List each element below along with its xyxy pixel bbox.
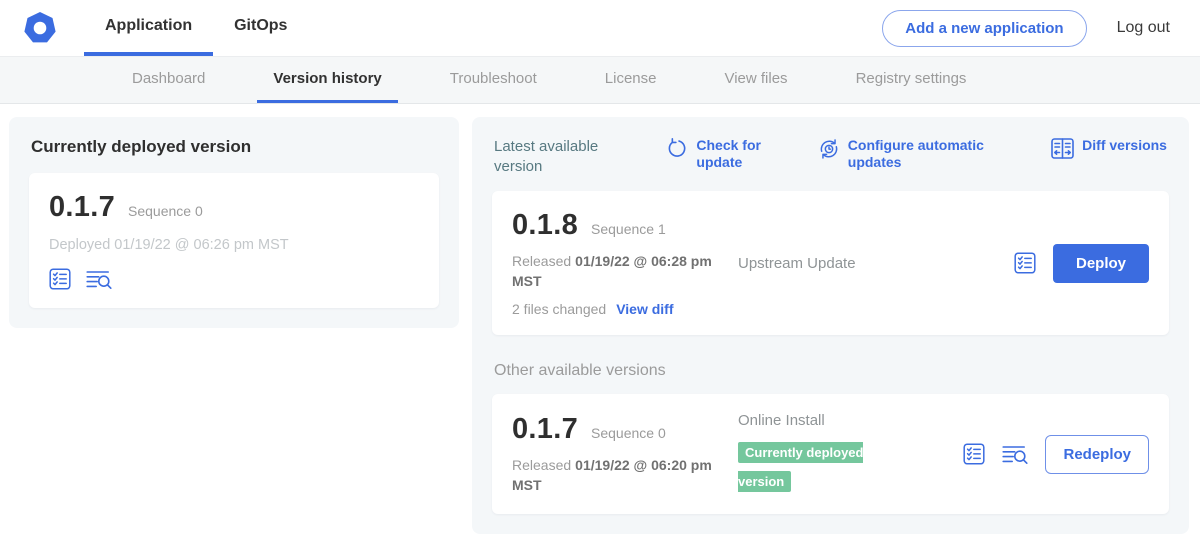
currently-deployed-title: Currently deployed version [31,137,439,157]
other-version-number: 0.1.7 [512,413,578,446]
deployed-version-number: 0.1.7 [49,191,115,224]
subnav-registry-settings[interactable]: Registry settings [840,57,983,103]
subnav-troubleshoot[interactable]: Troubleshoot [434,57,553,103]
diff-versions-label: Diff versions [1082,137,1167,154]
install-type-label: Online Install [738,412,963,429]
deployed-timestamp: Deployed 01/19/22 @ 06:26 pm MST [49,237,419,253]
deployed-sequence-label: Sequence 0 [128,203,203,219]
app-logo-icon [22,10,58,46]
diff-versions-icon [1051,137,1074,159]
subnav-version-history[interactable]: Version history [257,57,397,103]
available-versions-panel: Latest available version Check for updat… [472,117,1189,534]
top-nav-right: Add a new application Log out [882,0,1200,56]
other-version-source: Online Install Currently deployed versio… [734,412,963,496]
check-for-update-button[interactable]: Check for update [667,137,766,171]
subnav-license[interactable]: License [589,57,673,103]
diff-versions-button[interactable]: Diff versions [1051,137,1167,159]
other-released-timestamp: Released01/19/22 @ 06:20 pm MST [512,456,722,495]
auto-update-icon [818,137,840,160]
top-nav: Application GitOps Add a new application… [0,0,1200,57]
deploy-button[interactable]: Deploy [1053,244,1149,283]
preflight-checks-icon[interactable] [963,443,985,465]
currently-deployed-badge: Currently deployed version [738,442,863,492]
top-nav-tabs: Application GitOps [84,0,308,56]
other-available-versions-title: Other available versions [494,362,1167,380]
app-sub-nav: Dashboard Version history Troubleshoot L… [0,57,1200,104]
logout-link[interactable]: Log out [1117,19,1170,37]
redeploy-button[interactable]: Redeploy [1045,435,1149,474]
app-logo[interactable] [0,0,84,56]
other-version-card: 0.1.7 Sequence 0 Released01/19/22 @ 06:2… [492,394,1169,514]
latest-version-number: 0.1.8 [512,209,578,242]
latest-sequence-label: Sequence 1 [591,221,666,237]
preflight-checks-icon[interactable] [1014,252,1036,274]
other-sequence-label: Sequence 0 [591,425,666,441]
add-new-application-button[interactable]: Add a new application [882,10,1086,47]
files-changed-label: 2 files changed [512,301,606,317]
configure-automatic-updates-label: Configure automatic updates [848,137,1000,171]
preflight-checks-icon[interactable] [49,268,71,290]
latest-version-card: 0.1.8 Sequence 1 Released01/19/22 @ 06:2… [492,191,1169,335]
tab-gitops[interactable]: GitOps [213,0,308,56]
subnav-dashboard[interactable]: Dashboard [116,57,221,103]
view-diff-link[interactable]: View diff [616,301,673,317]
latest-version-source: Upstream Update [734,255,1014,272]
refresh-icon [667,137,688,159]
check-for-update-label: Check for update [696,137,766,171]
latest-released-timestamp: Released01/19/22 @ 06:28 pm MST [512,252,722,291]
configure-automatic-updates-button[interactable]: Configure automatic updates [818,137,1000,171]
currently-deployed-panel: Currently deployed version 0.1.7 Sequenc… [9,117,459,328]
view-logs-icon[interactable] [1002,443,1028,465]
tab-application[interactable]: Application [84,0,213,56]
view-logs-icon[interactable] [86,268,112,290]
main-content: Currently deployed version 0.1.7 Sequenc… [0,104,1200,534]
latest-available-title: Latest available version [494,137,616,176]
subnav-view-files[interactable]: View files [708,57,803,103]
deployed-version-card: 0.1.7 Sequence 0 Deployed 01/19/22 @ 06:… [29,173,439,308]
